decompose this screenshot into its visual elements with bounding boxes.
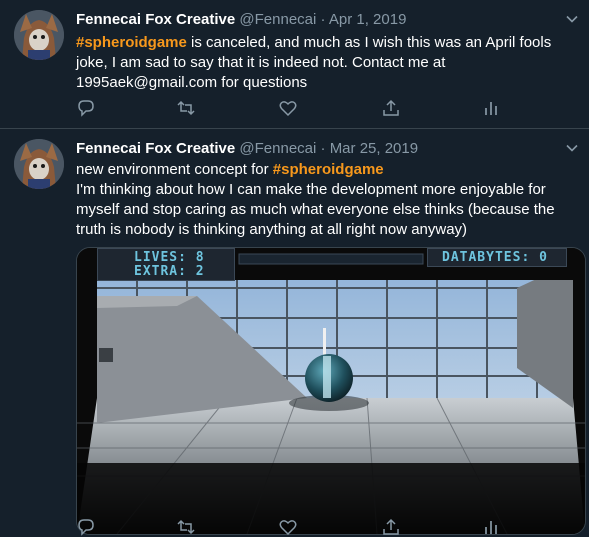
share-icon[interactable] xyxy=(381,517,401,537)
tweet[interactable]: Fennecai Fox Creative @Fennecai · Mar 25… xyxy=(0,129,589,536)
tweet-media-image[interactable]: LIVES: 8 EXTRA: 2 DATABYTES: 0 xyxy=(76,247,586,535)
retweet-icon[interactable] xyxy=(176,98,196,118)
game-hud-stats: LIVES: 8 EXTRA: 2 xyxy=(97,248,235,281)
tweet-header: Fennecai Fox Creative @Fennecai · Mar 25… xyxy=(76,140,418,157)
reply-icon[interactable] xyxy=(76,98,96,118)
avatar[interactable] xyxy=(14,10,64,60)
analytics-icon[interactable] xyxy=(481,98,501,118)
tweet-actions xyxy=(76,98,506,118)
retweet-icon[interactable] xyxy=(176,517,196,537)
tweet-text: #spheroidgame is canceled, and much as I… xyxy=(76,33,576,93)
tweet-text-body: I'm thinking about how I can make the de… xyxy=(76,181,555,238)
chevron-down-icon[interactable] xyxy=(565,12,579,26)
tweet-actions xyxy=(76,517,506,537)
author-handle[interactable]: @Fennecai xyxy=(239,140,316,157)
author-name[interactable]: Fennecai Fox Creative xyxy=(76,140,235,157)
tweet-text-intro: new environment concept for xyxy=(76,161,273,178)
game-databytes-label: DATABYTES: 0 xyxy=(442,250,548,265)
chevron-down-icon[interactable] xyxy=(565,141,579,155)
tweet-text: new environment concept for #spheroidgam… xyxy=(76,160,576,240)
like-icon[interactable] xyxy=(278,517,298,537)
hashtag-link[interactable]: #spheroidgame xyxy=(273,161,384,178)
separator: · xyxy=(320,140,326,157)
author-handle[interactable]: @Fennecai xyxy=(239,11,316,28)
separator: · xyxy=(320,11,326,28)
game-extra-label: EXTRA: 2 xyxy=(134,264,205,279)
tweet-date[interactable]: Apr 1, 2019 xyxy=(329,11,407,28)
reply-icon[interactable] xyxy=(76,517,96,537)
analytics-icon[interactable] xyxy=(481,517,501,537)
tweet-header: Fennecai Fox Creative @Fennecai · Apr 1,… xyxy=(76,11,406,28)
game-scene xyxy=(77,248,585,534)
hashtag-link[interactable]: #spheroidgame xyxy=(76,34,187,51)
author-name[interactable]: Fennecai Fox Creative xyxy=(76,11,235,28)
game-hud-databytes: DATABYTES: 0 xyxy=(427,248,567,267)
like-icon[interactable] xyxy=(278,98,298,118)
tweet[interactable]: Fennecai Fox Creative @Fennecai · Apr 1,… xyxy=(0,0,589,129)
share-icon[interactable] xyxy=(381,98,401,118)
game-lives-label: LIVES: 8 xyxy=(134,250,205,265)
tweet-date[interactable]: Mar 25, 2019 xyxy=(330,140,418,157)
avatar[interactable] xyxy=(14,139,64,189)
